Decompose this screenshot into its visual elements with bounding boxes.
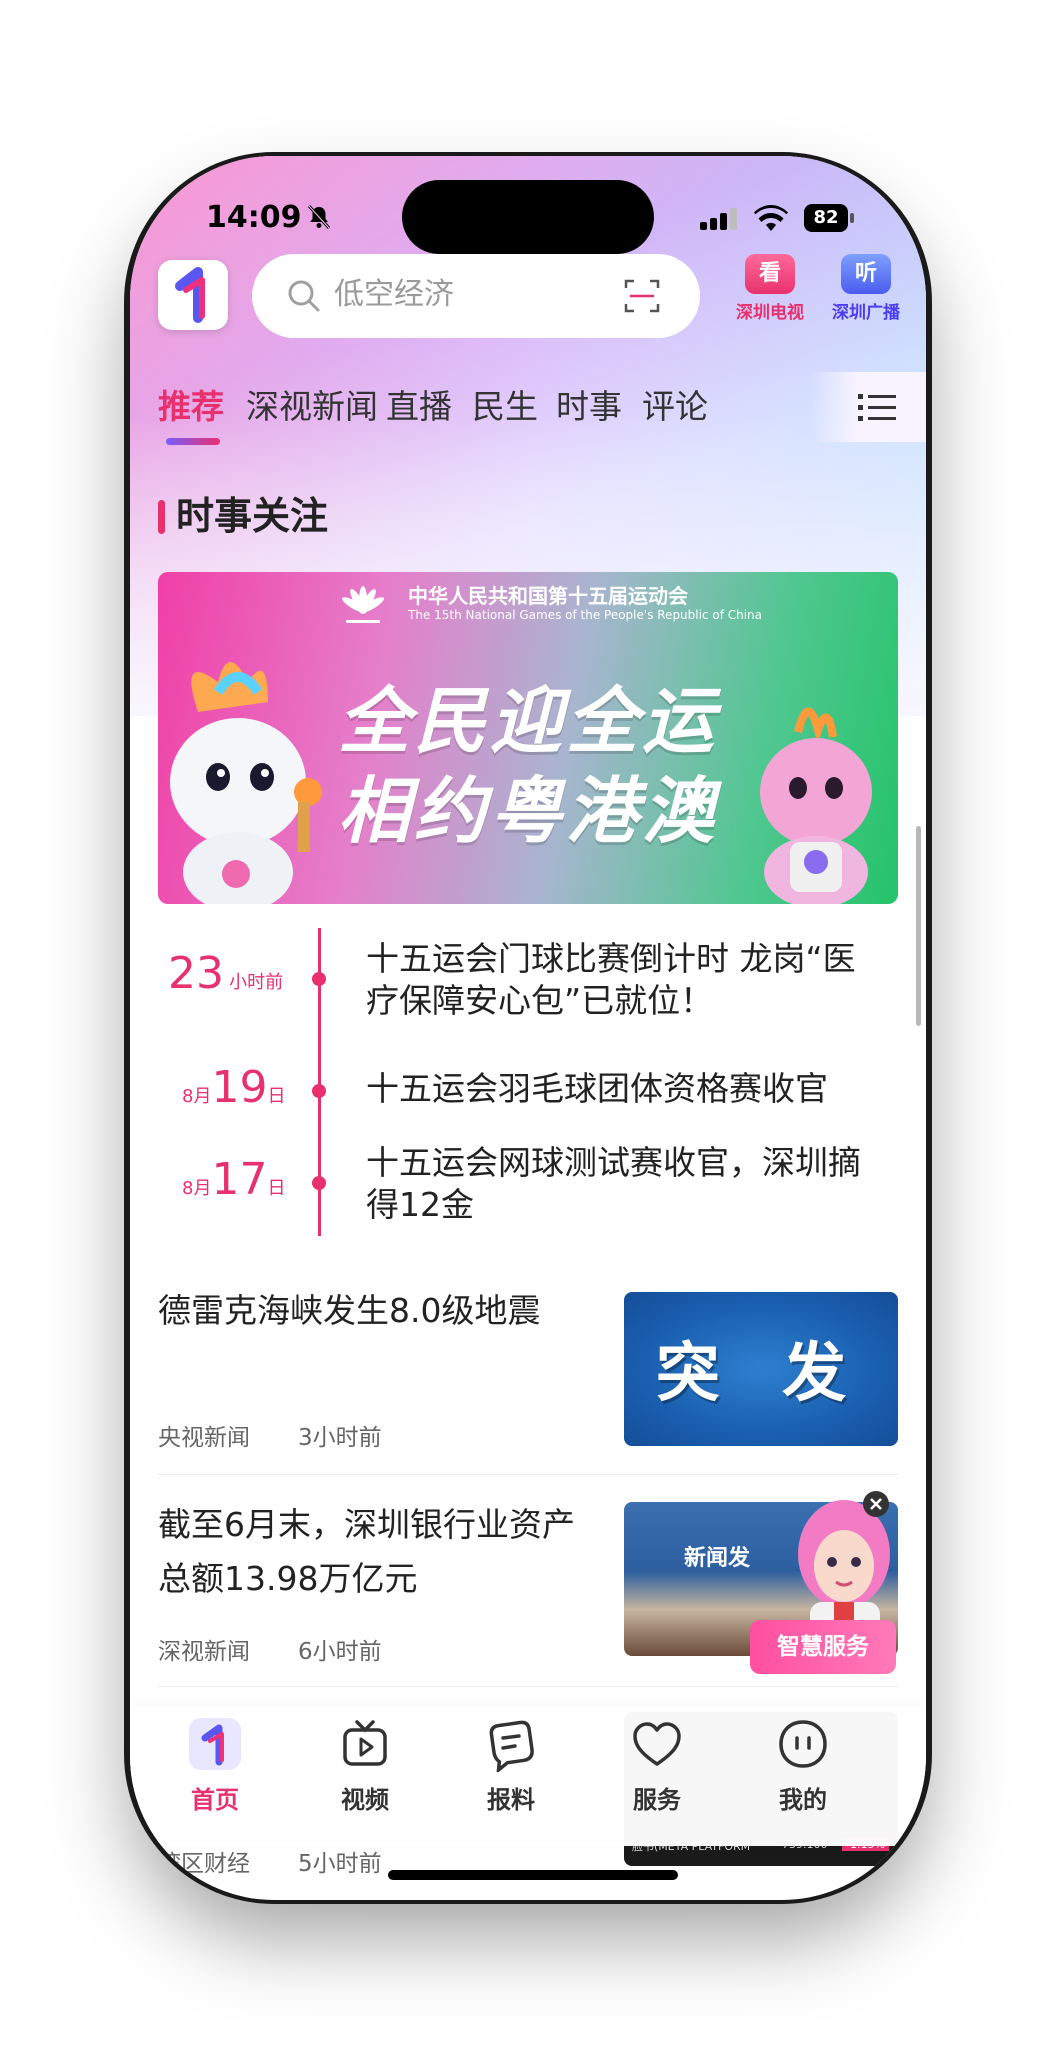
timeline-time-number: 23 xyxy=(168,948,224,999)
news-source: 深视新闻 xyxy=(158,1639,250,1665)
app-screen: 14:09 82 低空经济 看 深圳电视 听 深圳广播 推荐 深视新闻 直播 民… xyxy=(130,156,926,1900)
thumbnail-caption: 新闻发 xyxy=(684,1546,751,1571)
profile-icon xyxy=(779,1720,827,1768)
scan-icon[interactable] xyxy=(624,278,660,314)
banner-org-en: The 15th National Games of the People's … xyxy=(408,608,763,622)
timeline-time-unit: 日 xyxy=(267,1086,286,1107)
timeline-time-month: 8月 xyxy=(182,1178,212,1199)
banner-org-cn: 中华人民共和国第十五届运动会 xyxy=(408,584,688,608)
signal-icon xyxy=(700,208,737,230)
tab-sztv-news[interactable]: 深视新闻 xyxy=(246,372,378,442)
app-logo[interactable] xyxy=(158,260,228,330)
app-logo-icon xyxy=(175,267,205,323)
bottom-navigation: 首页 视频 报料 服务 我的 xyxy=(130,1706,926,1846)
news-thumbnail[interactable]: 突 发 xyxy=(624,1292,898,1446)
nav-service-label: 服务 xyxy=(633,1786,681,1814)
video-icon xyxy=(343,1720,387,1766)
tab-recommend[interactable]: 推荐 xyxy=(158,372,224,442)
close-icon[interactable] xyxy=(862,1490,890,1518)
shenzhen-radio-button[interactable]: 听 深圳广播 xyxy=(824,254,908,334)
national-games-banner[interactable]: 中华人民共和国第十五届运动会 The 15th National Games o… xyxy=(158,572,898,904)
dynamic-island xyxy=(402,180,654,254)
nav-video-label: 视频 xyxy=(341,1786,389,1814)
nav-report-label: 报料 xyxy=(487,1786,535,1814)
news-source: 湾区财经 xyxy=(158,1851,250,1877)
scrollbar[interactable] xyxy=(916,826,921,1026)
section-title: 时事关注 xyxy=(176,494,329,538)
divider xyxy=(158,1474,898,1475)
timeline-headline[interactable]: 十五运会网球测试赛收官，深圳摘得12金 xyxy=(366,1142,886,1226)
nav-profile-label: 我的 xyxy=(779,1786,827,1814)
section-marker xyxy=(158,500,165,534)
timeline-time-unit: 小时前 xyxy=(229,972,284,993)
nav-video[interactable]: 视频 xyxy=(310,1716,420,1815)
timeline-time-unit: 日 xyxy=(267,1178,286,1199)
divider xyxy=(158,1686,898,1687)
heart-icon xyxy=(633,1722,681,1766)
nav-report[interactable]: 报料 xyxy=(456,1716,566,1815)
nav-home-label: 首页 xyxy=(191,1786,239,1814)
timeline-time: 23 小时前 xyxy=(168,948,283,999)
banner-slogan-line2: 相约粤港澳 xyxy=(338,769,719,853)
nav-home[interactable]: 首页 xyxy=(160,1716,270,1815)
timeline-dot xyxy=(312,1176,326,1190)
timeline-headline[interactable]: 十五运会羽毛球团体资格赛收官 xyxy=(366,1068,886,1110)
battery-cap xyxy=(850,213,854,223)
mascot-left-illustration xyxy=(170,662,322,904)
radio-icon: 听 xyxy=(841,254,891,294)
home-indicator[interactable] xyxy=(388,1870,678,1880)
timeline-time: 8月19日 xyxy=(182,1062,285,1113)
battery-indicator: 82 xyxy=(804,204,854,232)
active-tab-indicator xyxy=(166,438,220,445)
tab-commentary[interactable]: 评论 xyxy=(642,372,708,442)
report-icon xyxy=(489,1720,534,1772)
tab-live[interactable]: 直播 xyxy=(386,372,452,442)
thumbnail-caption: 突 发 xyxy=(655,1337,867,1411)
shenzhen-tv-button[interactable]: 看 深圳电视 xyxy=(728,254,812,334)
battery-level: 82 xyxy=(804,204,848,232)
news-title[interactable]: 德雷克海峡发生8.0级地震 xyxy=(158,1284,588,1338)
bell-muted-icon xyxy=(307,204,331,230)
news-time: 5小时前 xyxy=(298,1851,382,1877)
news-title[interactable]: 截至6月末，深圳银行业资产总额13.98万亿元 xyxy=(158,1498,588,1606)
timeline-dot xyxy=(312,972,326,986)
timeline-time: 8月17日 xyxy=(182,1154,285,1205)
radio-label: 深圳广播 xyxy=(832,303,900,323)
timeline-time-number: 17 xyxy=(211,1154,268,1205)
news-time: 3小时前 xyxy=(298,1425,382,1451)
wifi-icon xyxy=(754,205,788,231)
tab-livelihood[interactable]: 民生 xyxy=(472,372,538,442)
news-source: 央视新闻 xyxy=(158,1425,250,1451)
news-time: 6小时前 xyxy=(298,1639,382,1665)
timeline-time-month: 8月 xyxy=(182,1086,212,1107)
search-bar[interactable]: 低空经济 xyxy=(252,254,700,338)
tv-icon: 看 xyxy=(745,254,795,294)
mascot-right-illustration xyxy=(760,707,872,904)
games-emblem-icon xyxy=(342,586,384,623)
smart-service-button[interactable]: 智慧服务 xyxy=(750,1620,896,1674)
nav-service[interactable]: 服务 xyxy=(602,1716,712,1815)
search-icon xyxy=(288,280,320,312)
status-time: 14:09 xyxy=(206,200,302,235)
tv-label: 深圳电视 xyxy=(736,303,804,323)
search-placeholder: 低空经济 xyxy=(334,277,454,312)
home-logo-icon xyxy=(189,1718,241,1770)
tab-current-affairs[interactable]: 时事 xyxy=(556,372,622,442)
timeline-dot xyxy=(312,1084,326,1098)
timeline-headline[interactable]: 十五运会门球比赛倒计时 龙岗“医疗保障安心包”已就位！ xyxy=(366,938,886,1022)
nav-profile[interactable]: 我的 xyxy=(748,1716,858,1815)
channel-menu-icon[interactable] xyxy=(858,392,898,424)
timeline-time-number: 19 xyxy=(211,1062,268,1113)
channel-tabs: 推荐 深视新闻 直播 民生 时事 评论 xyxy=(130,372,926,452)
